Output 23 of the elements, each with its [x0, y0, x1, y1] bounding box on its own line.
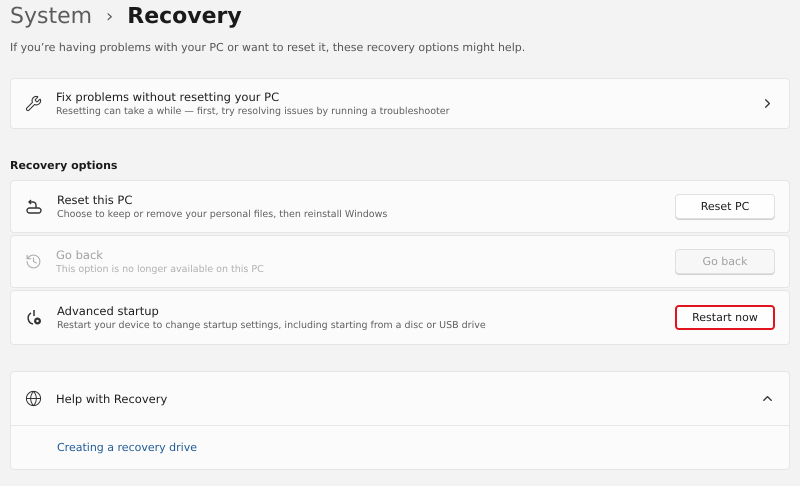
breadcrumb-parent[interactable]: System	[10, 4, 92, 28]
option-title: Advanced startup	[57, 304, 160, 318]
help-link[interactable]: Creating a recovery drive	[57, 441, 197, 454]
breadcrumb-separator: ›	[106, 6, 114, 26]
option-subtitle: Choose to keep or remove your personal files, then reinstall Windows	[57, 209, 388, 220]
power-gear-icon	[25, 308, 43, 326]
page-title: Recovery	[127, 4, 242, 28]
section-title: Recovery options	[10, 159, 118, 172]
page-description: If you’re having problems with your PC or want to reset it, these recovery options might help.	[10, 41, 526, 54]
card-title: Fix problems without resetting your PC	[56, 90, 280, 104]
option-title: Go back	[56, 248, 104, 262]
history-icon	[25, 253, 42, 270]
wrench-icon	[25, 95, 42, 112]
fix-problems-card[interactable]: Fix problems without resetting your PC Resetting can take a while — first, try resolving issues by running a troubleshooter	[10, 78, 790, 129]
option-subtitle: Restart your device to change startup settings, including starting from a disc or USB drive	[57, 320, 487, 331]
reset-icon	[25, 198, 43, 216]
globe-icon	[25, 390, 42, 407]
option-title: Reset this PC	[57, 193, 134, 207]
action-button[interactable]: Reset PC	[675, 194, 775, 219]
action-button[interactable]: Restart now	[675, 305, 775, 330]
help-title: Help with Recovery	[56, 392, 168, 406]
card-subtitle: Resetting can take a while — first, try resolving issues by running a troubleshooter	[56, 106, 450, 117]
option-subtitle: This option is no longer available on this PC	[56, 264, 265, 275]
